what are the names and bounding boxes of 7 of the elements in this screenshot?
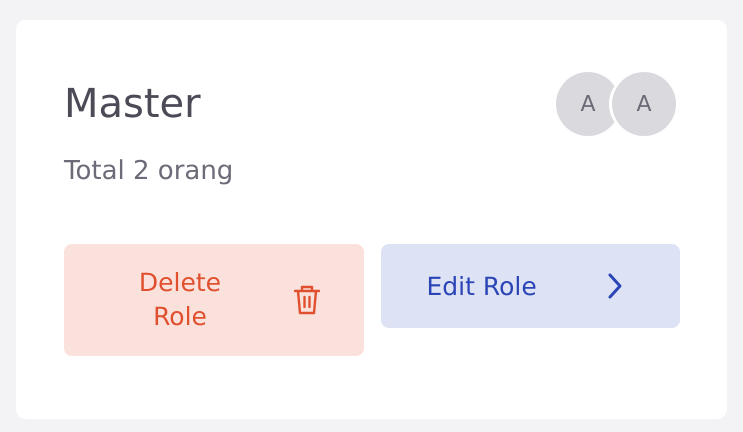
chevron-right-icon bbox=[606, 271, 624, 301]
trash-icon bbox=[292, 283, 322, 317]
avatar: A bbox=[612, 72, 676, 136]
role-title: Master bbox=[64, 80, 201, 129]
edit-role-button[interactable]: Edit Role bbox=[380, 244, 680, 328]
delete-role-button[interactable]: Delete Role bbox=[64, 244, 364, 356]
member-count: Total 2 orang bbox=[64, 156, 234, 186]
